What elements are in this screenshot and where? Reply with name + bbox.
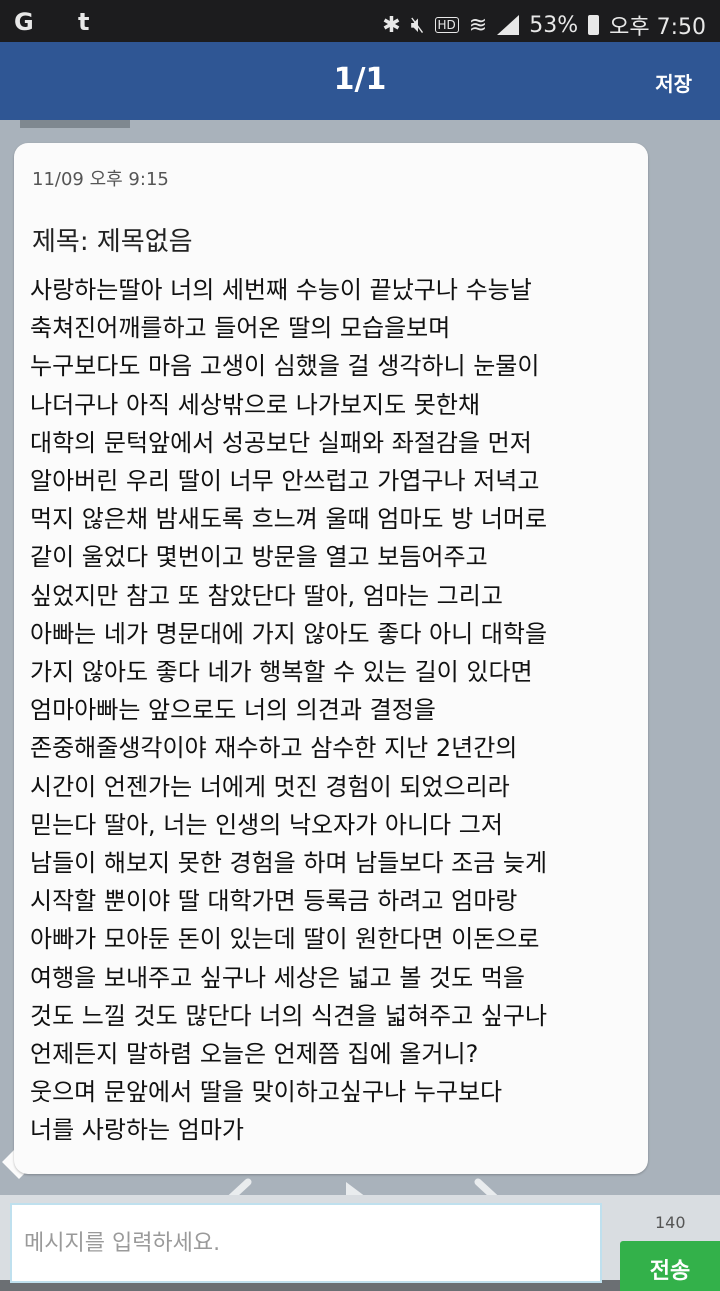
composer-bar: 140 전송 — [0, 1195, 720, 1291]
bluetooth-icon: ✱ — [382, 12, 401, 38]
wifi-icon: ≋ — [468, 12, 488, 38]
page-indicator: 1/1 — [333, 62, 387, 97]
battery-icon — [588, 15, 600, 35]
message-body-line: 누구보다도 마음 고생이 심했을 걸 생각하니 눈물이 — [30, 352, 540, 381]
previous-bubble-edge — [20, 120, 130, 128]
status-app-icons: G t — [14, 8, 108, 36]
message-body-line: 축쳐진어깨를하고 들어온 딸의 모습을보며 — [30, 314, 451, 343]
message-body-line: 언제든지 말하렴 오늘은 언제쯤 집에 올거니? — [30, 1040, 479, 1069]
message-body-line: 가지 않아도 좋다 네가 행복할 수 있는 길이 있다면 — [30, 658, 533, 687]
message-body-line: 너를 사랑하는 엄마가 — [30, 1116, 244, 1145]
message-body-line: 시작할 뿐이야 딸 대학가면 등록금 하려고 엄마랑 — [30, 887, 518, 916]
app-header: 1/1 저장 — [0, 42, 720, 120]
message-body-line: 싶었지만 참고 또 참았단다 딸아, 엄마는 그리고 — [30, 581, 503, 610]
signal-icon — [497, 15, 520, 35]
message-body-line: 웃으며 문앞에서 딸을 맞이하고싶구나 누구보다 — [30, 1078, 503, 1107]
message-body-line: 엄마아빠는 앞으로도 너의 의견과 결정을 — [30, 696, 436, 725]
save-button[interactable]: 저장 — [655, 68, 692, 97]
message-bubble: 11/09 오후 9:15 제목: 제목없음 사랑하는딸아 너의 세번째 수능이… — [14, 143, 648, 1174]
message-body-line: 아빠는 네가 명문대에 가지 않아도 좋다 아니 대학을 — [30, 619, 548, 648]
message-body-line: 아빠가 모아둔 돈이 있는데 딸이 원한다면 이돈으로 — [30, 925, 540, 954]
message-body-line: 남들이 해보지 못한 경험을 하며 남들보다 조금 늦게 — [30, 849, 548, 878]
message-subject: 제목: 제목없음 — [32, 227, 193, 257]
message-timestamp: 11/09 오후 9:15 — [32, 169, 169, 190]
message-body-line: 대학의 문턱앞에서 성공보단 실패와 좌절감을 먼저 — [30, 428, 532, 457]
send-button[interactable]: 전송 — [620, 1241, 720, 1291]
status-left-icons: G t — [14, 8, 108, 36]
message-body-line: 나더구나 아직 세상밖으로 나가보지도 못한채 — [30, 390, 481, 419]
message-input[interactable] — [10, 1203, 602, 1283]
hd-icon: HD — [434, 17, 459, 33]
message-body-line: 여행을 보내주고 싶구나 세상은 넓고 볼 것도 먹을 — [30, 963, 526, 992]
status-right-icons: ✱ 🔇︎ HD ≋ 53% 오후 7:50 — [382, 9, 706, 41]
message-body-line: 같이 울었다 몇번이고 방문을 열고 보듬어주고 — [30, 543, 488, 572]
mute-icon: 🔇︎ — [410, 12, 425, 38]
status-time: 오후 7:50 — [609, 15, 706, 40]
message-body-line: 알아버린 우리 딸이 너무 안쓰럽고 가엽구나 저녁고 — [30, 467, 540, 496]
message-body-line: 존중해줄생각이야 재수하고 삼수한 지난 2년간의 — [30, 734, 518, 763]
message-body-line: 시간이 언젠가는 너에게 멋진 경험이 되었으리라 — [30, 772, 510, 801]
status-bar: G t ✱ 🔇︎ HD ≋ 53% 오후 7:50 — [0, 0, 720, 42]
message-body-line: 믿는다 딸아, 너는 인생의 낙오자가 아니다 그저 — [30, 810, 503, 839]
message-body: 사랑하는딸아 너의 세번째 수능이 끝났구나 수능날축쳐진어깨를하고 들어온 딸… — [30, 271, 642, 1150]
message-body-line: 것도 느낄 것도 많단다 너의 식견을 넓혀주고 싶구나 — [30, 1001, 548, 1030]
char-count: 140 — [655, 1213, 686, 1232]
message-body-line: 먹지 않은채 밤새도록 흐느껴 울때 엄마도 방 너머로 — [30, 505, 548, 534]
message-body-line: 사랑하는딸아 너의 세번째 수능이 끝났구나 수능날 — [30, 276, 532, 304]
battery-percent: 53% — [529, 12, 579, 38]
